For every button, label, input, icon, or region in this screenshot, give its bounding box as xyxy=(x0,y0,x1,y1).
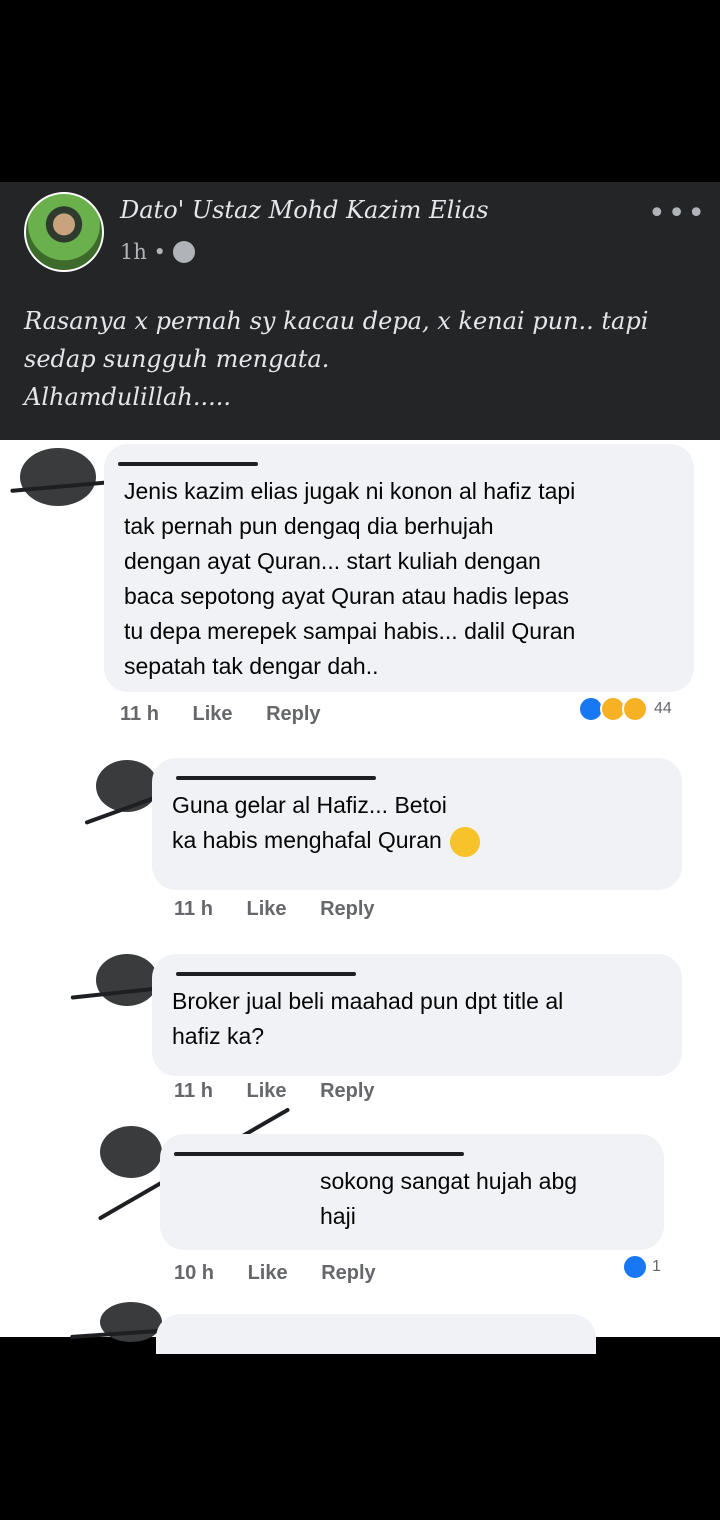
comment-text: Broker jual beli maahad pun dpt title al… xyxy=(172,988,564,1049)
comment-text: sokong sangat hujah abg haji xyxy=(320,1168,578,1229)
reply-button[interactable]: Reply xyxy=(320,1080,374,1102)
comment-text: Guna gelar al Hafiz... Betoi ka habis me… xyxy=(152,788,682,858)
reaction-count: 44 xyxy=(654,700,672,717)
avatar[interactable] xyxy=(96,954,158,1006)
avatar[interactable] xyxy=(96,760,158,812)
comment-bubble: Jenis kazim elias jugak ni konon al hafi… xyxy=(104,444,694,692)
author-avatar[interactable] xyxy=(24,192,104,272)
like-button[interactable]: Like xyxy=(246,898,286,920)
like-button[interactable]: Like xyxy=(246,1080,286,1102)
comment-time[interactable]: 11 h xyxy=(174,898,213,920)
reaction-count: 1 xyxy=(652,1258,661,1275)
reply-button[interactable]: Reply xyxy=(320,898,374,920)
like-button[interactable]: Like xyxy=(248,1262,288,1284)
post-time[interactable]: 1h • xyxy=(120,240,166,264)
reaction-summary[interactable]: 44 xyxy=(578,696,672,722)
more-icon[interactable]: ••• xyxy=(648,196,707,231)
redacted-name xyxy=(104,444,694,474)
post-author[interactable]: Dato' Ustaz Mohd Kazim Elias xyxy=(120,196,489,224)
haha-reaction-icon xyxy=(622,696,648,722)
like-button[interactable]: Like xyxy=(192,703,232,725)
redacted-name xyxy=(152,954,682,984)
reply-button[interactable]: Reply xyxy=(266,703,320,725)
comment-meta: 11 h Like Reply xyxy=(174,898,403,921)
comment-bubble xyxy=(156,1314,596,1354)
comment-bubble: Guna gelar al Hafiz... Betoi ka habis me… xyxy=(152,758,682,890)
comment-bubble: Broker jual beli maahad pun dpt title al… xyxy=(152,954,682,1076)
avatar[interactable] xyxy=(20,448,96,506)
comment-text: Jenis kazim elias jugak ni konon al hafi… xyxy=(124,478,576,679)
comment-time[interactable]: 11 h xyxy=(120,703,159,725)
thinking-emoji-icon xyxy=(449,826,480,857)
globe-icon xyxy=(173,241,195,263)
comment-bubble: sokong sangat hujah abg haji xyxy=(160,1134,664,1250)
comment-meta: 11 h Like Reply xyxy=(174,1080,403,1103)
redacted-name xyxy=(160,1134,664,1164)
comment-time[interactable]: 11 h xyxy=(174,1080,213,1102)
redacted-name xyxy=(152,758,682,788)
comment-meta: 10 h Like Reply xyxy=(174,1262,404,1285)
like-reaction-icon xyxy=(622,1254,648,1280)
comments-section: Jenis kazim elias jugak ni konon al hafi… xyxy=(0,440,720,1354)
reaction-summary[interactable]: 1 xyxy=(622,1254,661,1280)
comment-meta: 11 h Like Reply xyxy=(120,703,349,726)
avatar[interactable] xyxy=(100,1126,162,1178)
reply-button[interactable]: Reply xyxy=(321,1262,375,1284)
comment-time[interactable]: 10 h xyxy=(174,1262,214,1284)
post-text: Rasanya x pernah sy kacau depa, x kenai … xyxy=(24,307,649,411)
